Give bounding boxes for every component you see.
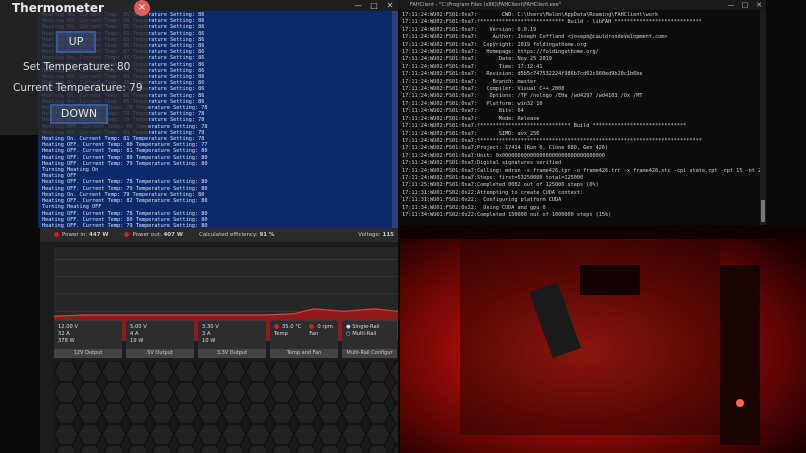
rail-5v-label: 5V Output <box>126 349 194 358</box>
rail-12v-current: 32 A <box>58 331 70 337</box>
set-temperature-label: Set Temperature: 80 <box>23 61 131 73</box>
rail-12v-voltage: 12.00 V <box>58 324 79 330</box>
console-line: 17:11:24:WU02:FS01:0xa7:****************… <box>402 19 702 26</box>
console-line: 17:11:24:WU02:FS01:0xa7:Calling: mdrun -… <box>402 167 765 174</box>
console-line: 17:11:24:WU02:FS01:0xa7: Bits: 64 <box>402 108 524 115</box>
multi-rail-option[interactable]: ○ Multi-Rail <box>346 331 380 338</box>
maximize-icon[interactable]: □ <box>366 0 382 11</box>
scrollbar-thumb[interactable] <box>761 200 765 222</box>
console-line: 17:11:24:WU02:FS01:0xa7: Options: /TP /n… <box>402 93 643 100</box>
minimize-icon[interactable]: — <box>350 0 366 11</box>
power-out-label: Power out: <box>132 232 162 238</box>
temp-fan-card: 35.0 °C Temp 0 rpm Fan Temp and Fan <box>270 320 338 358</box>
console-line: 17:11:24:WU02:FS01:0xa7: Branch: master <box>402 78 537 85</box>
rail-5v-watts: 19 W <box>130 338 144 344</box>
console-line: 17:11:24:WU02:FS01:0xa7: Version: 0.0.19 <box>402 26 537 33</box>
rail-33v-card: 3.30 V3 A 10 W 3.3V Output <box>198 320 266 358</box>
fan-dot-icon <box>309 324 315 329</box>
console-line: 17:11:24:WU02:FS01:0xa7: Time: 17:12:41 <box>402 63 543 70</box>
power-in-label: Power in: <box>62 232 88 238</box>
console-line: 17:11:24:WU02:FS01:0xa7: Mode: Release <box>402 115 540 122</box>
rail-12v-watts: 378 W <box>58 338 75 344</box>
rail-config-label: Multi-Rail Configur <box>342 349 397 358</box>
up-button[interactable]: UP <box>56 31 96 53</box>
temp-fan-label: Temp and Fan <box>270 349 338 358</box>
power-in-stat: Power in: 447 W <box>54 232 108 238</box>
console-line: 17:11:24:WU02:FS01:0xa7:Unit: 0x00000000… <box>402 152 606 159</box>
temp-value: 35.0 °C <box>282 324 302 330</box>
temp-label: Temp <box>274 331 288 337</box>
console-line: 17:11:24:WU02:FS01:0xa7: Homepage: https… <box>402 49 599 56</box>
voltage-value: 115 <box>382 232 394 238</box>
single-rail-option[interactable]: ● Single-Rail <box>346 324 380 331</box>
console-line: 17:11:24:WU02:FS01:0xa7: Copyright: 2019… <box>402 41 587 48</box>
console-line: 17:11:24:WU02:FS01:0xa7:Steps: first=532… <box>402 174 584 181</box>
minimize-icon[interactable]: — <box>724 1 738 9</box>
fan-value: 0 rpm <box>317 324 333 330</box>
fahclient-console: FAHClient - "C:\Program Files (x86)\FAHC… <box>398 0 766 225</box>
rail-12v-card: 12.00 V 32 A 378 W 12V Output <box>54 320 122 358</box>
efficiency-stat: Calculated efficiency: 91 % <box>199 232 275 238</box>
scrollbar[interactable] <box>760 10 766 225</box>
down-button[interactable]: DOWN <box>50 104 108 124</box>
hex-pattern-background <box>54 361 398 453</box>
multi-rail-label: Multi-Rail <box>352 331 377 337</box>
psu-monitor-panel: Power in: 447 W Power out: 407 W Calcula… <box>40 228 398 453</box>
console-line: 17:11:34:WU01:FS02:0x22:Completed 150000… <box>402 211 612 218</box>
console-line: 17:11:24:WU02:FS01:0xa7:****************… <box>402 123 687 130</box>
console-line: 17:11:24:WU02:FS01:0xa7: SIMD: avx_256 <box>402 130 540 137</box>
console-line: 17:11:25:WU02:FS01:0xa7:Completed 0082 o… <box>402 182 599 189</box>
console-line: 17:11:24:WU02:FS01:0xa7: Author: Joseph … <box>402 34 668 41</box>
power-out-dot-icon <box>124 232 130 237</box>
single-rail-label: Single-Rail <box>352 324 380 330</box>
close-button[interactable]: × <box>134 0 150 16</box>
fan-label: Fan <box>309 331 319 337</box>
voltage-stat: Voltage: 115 <box>358 232 398 238</box>
console-line: 17:11:24:WU02:FS01:0xa7: Compiler: Visua… <box>402 86 565 93</box>
current-temperature-label: Current Temperature: 79 <box>13 82 143 94</box>
rail-12v-label: 12V Output <box>54 349 122 358</box>
rail-5v-voltage: 5.00 V <box>130 324 147 330</box>
rail-33v-watts: 10 W <box>202 338 216 344</box>
rail-cards: 12.00 V 32 A 378 W 12V Output 5.00 V4 A 19 … <box>54 320 397 358</box>
rail-33v-current: 3 A <box>202 331 211 337</box>
thermometer-window: Thermometer × UP Set Temperature: 80 Cur… <box>0 0 150 135</box>
rail-config-card: ● Single-Rail ○ Multi-Rail Multi-Rail Co… <box>342 320 397 358</box>
efficiency-value: 91 % <box>259 232 275 238</box>
console-line: 17:11:24:WU02:FS01:0xa7:Project: 17414 (… <box>402 145 609 152</box>
console-line: 17:11:24:WU02:FS01:0xa7: Revision: d5b5c… <box>402 71 643 78</box>
rail-33v-voltage: 3.30 V <box>202 324 219 330</box>
maximize-icon[interactable]: □ <box>738 1 752 9</box>
pc-interior-photo <box>400 225 806 453</box>
rail-5v-current: 4 A <box>130 331 139 337</box>
power-in-value: 447 W <box>89 232 109 238</box>
power-summary-bar: Power in: 447 W Power out: 407 W Calcula… <box>40 228 398 242</box>
console-line: 17:11:24:WU02:FS01:0xa7: Date: Nov 25 20… <box>402 56 552 63</box>
console-line: 17:11:31:WU01:FS02:0x22:Attempting to cr… <box>402 189 584 196</box>
console-line: 17:11:24:WU02:FS01:0xa7:****************… <box>402 137 702 144</box>
close-icon[interactable]: ✕ <box>382 0 398 11</box>
console-line: 17:11:24:WU02:FS01:0xa7: CWD: C:\Users\M… <box>402 12 659 18</box>
window-title: FAHClient - "C:\Program Files (x86)\FAHC… <box>410 2 561 8</box>
close-icon[interactable]: ✕ <box>752 1 766 9</box>
console-line: 17:11:34:WU01:FS02:0x22: Using CUDA and … <box>402 204 546 211</box>
console-line: 17:11:24:WU02:FS01:0xa7:Digital signatur… <box>402 160 562 167</box>
power-out-value: 407 W <box>163 232 183 238</box>
console-titlebar: FAHClient - "C:\Program Files (x86)\FAHC… <box>398 0 766 10</box>
power-in-dot-icon <box>54 232 59 237</box>
rail-5v-card: 5.00 V4 A 19 W 5V Output <box>126 320 194 358</box>
console-line: 17:11:24:WU02:FS01:0xa7: Platform: win32… <box>402 100 543 107</box>
console-output: 17:11:24:WU02:FS01:0xa7: CWD: C:\Users\M… <box>398 10 766 221</box>
efficiency-label: Calculated efficiency: <box>198 232 258 238</box>
voltage-label: Voltage: <box>358 232 381 238</box>
console-line: 17:11:31:WU01:FS02:0x22: Configuring pla… <box>402 197 562 204</box>
temp-dot-icon <box>274 324 279 329</box>
thermometer-title: Thermometer <box>12 1 104 15</box>
rail-33v-label: 3.3V Output <box>198 349 266 358</box>
power-out-stat: Power out: 407 W <box>124 232 183 238</box>
